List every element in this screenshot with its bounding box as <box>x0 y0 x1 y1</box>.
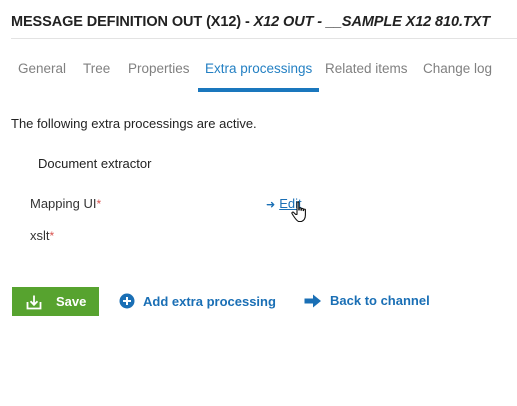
add-extra-processing-label: Add extra processing <box>143 293 276 309</box>
field-xslt: xslt* <box>30 228 54 243</box>
intro-text: The following extra processings are acti… <box>11 116 257 131</box>
field-mapping-ui: Mapping UI* <box>30 196 101 211</box>
tab-change-log[interactable]: Change log <box>423 50 492 88</box>
field-xslt-label: xslt <box>30 228 50 243</box>
save-button[interactable]: Save <box>12 287 99 316</box>
tab-general[interactable]: General <box>18 50 66 88</box>
tab-extra-processings[interactable]: Extra processings <box>205 50 312 88</box>
page-title: MESSAGE DEFINITION OUT (X12) - X12 OUT -… <box>11 14 490 30</box>
plus-circle-icon <box>119 293 135 309</box>
tab-properties[interactable]: Properties <box>128 50 190 88</box>
hand-cursor-icon <box>291 201 306 223</box>
save-icon <box>26 294 42 310</box>
add-extra-processing-link[interactable]: Add extra processing <box>119 293 276 309</box>
arrow-right-icon <box>304 294 322 308</box>
processing-title: Document extractor <box>38 156 152 171</box>
save-button-label: Save <box>56 294 87 309</box>
page-title-detail: X12 OUT - __SAMPLE X12 810.TXT <box>253 14 490 30</box>
back-to-channel-link[interactable]: Back to channel <box>304 293 430 308</box>
required-marker: * <box>49 229 55 243</box>
field-mapping-ui-label: Mapping UI <box>30 196 97 211</box>
tab-bar: General Tree Properties Extra processing… <box>0 50 517 92</box>
active-tab-indicator <box>198 88 319 92</box>
page-title-prefix: MESSAGE DEFINITION OUT (X12) - <box>11 14 254 30</box>
tab-tree[interactable]: Tree <box>83 50 110 88</box>
tab-related-items[interactable]: Related items <box>325 50 408 88</box>
back-to-channel-label: Back to channel <box>330 293 430 308</box>
required-marker: * <box>96 197 102 211</box>
title-divider <box>11 38 517 39</box>
arrow-right-icon: ➜ <box>266 199 276 211</box>
